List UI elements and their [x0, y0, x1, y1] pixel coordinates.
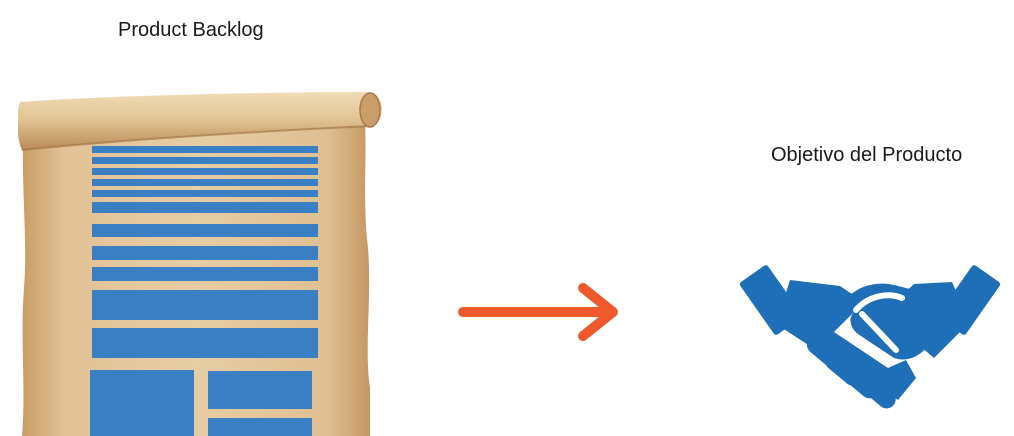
- backlog-item: [92, 179, 318, 186]
- product-backlog-title: Product Backlog: [118, 19, 264, 41]
- handshake-icon: [739, 265, 1001, 409]
- product-goal-title: Objetivo del Producto: [771, 144, 963, 166]
- backlog-item: [92, 224, 318, 237]
- backlog-item: [92, 328, 318, 358]
- backlog-item: [92, 267, 318, 281]
- backlog-item: [92, 246, 318, 260]
- arrow-right-icon: [458, 283, 618, 341]
- backlog-item: [92, 157, 318, 164]
- backlog-item: [92, 190, 318, 197]
- backlog-item: [90, 370, 194, 436]
- backlog-scroll-icon: [18, 92, 382, 436]
- backlog-item: [92, 202, 318, 213]
- backlog-item: [92, 290, 318, 320]
- backlog-item: [92, 146, 318, 153]
- backlog-item: [92, 168, 318, 175]
- backlog-item: [208, 371, 312, 409]
- backlog-item: [208, 418, 312, 436]
